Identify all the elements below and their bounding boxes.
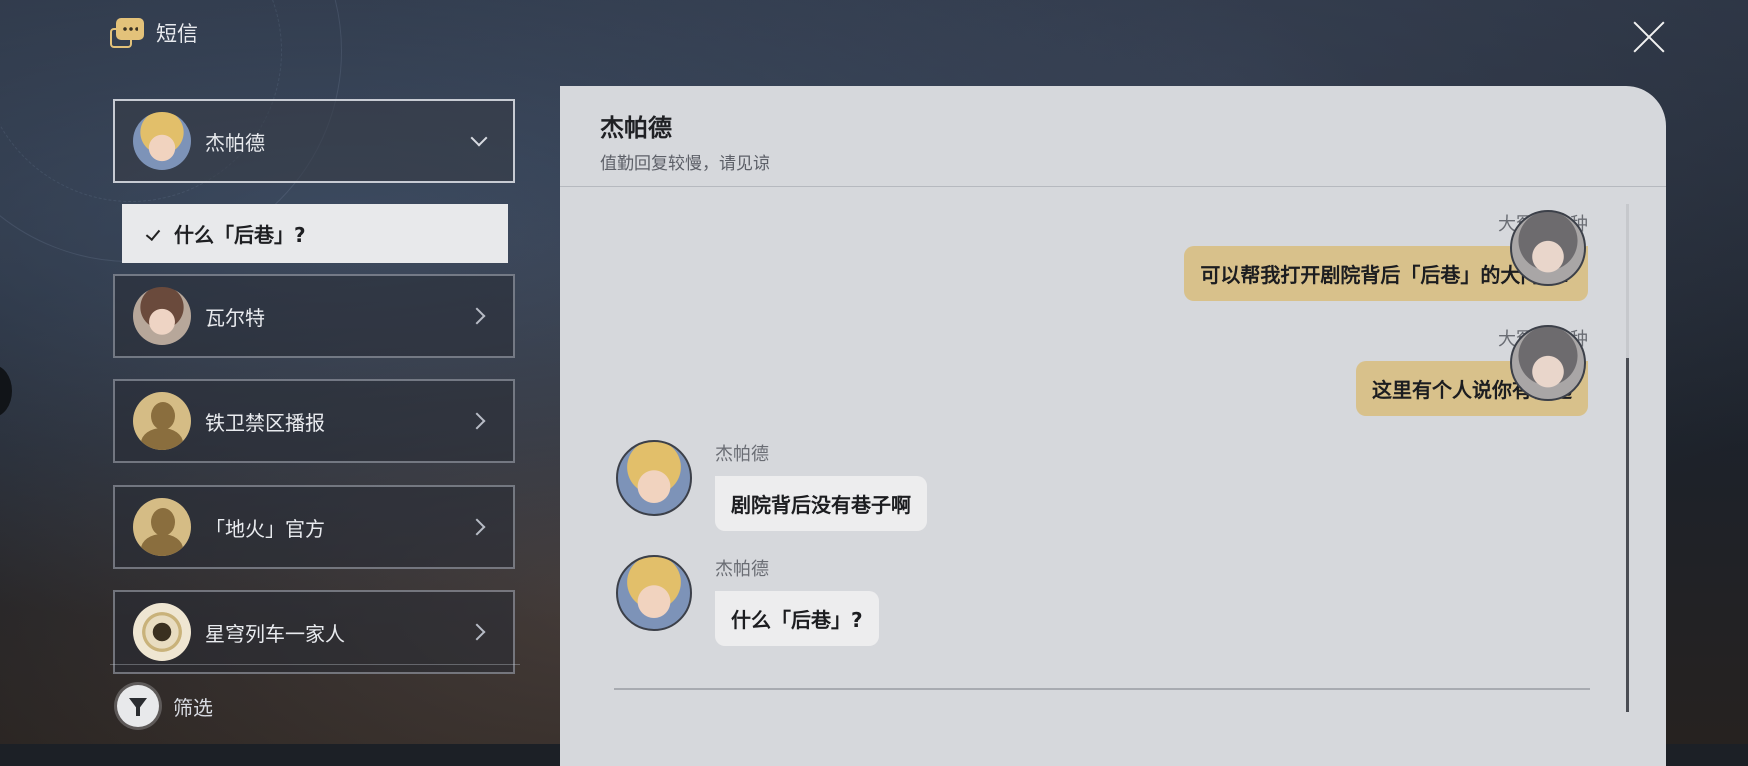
- close-button[interactable]: [1630, 18, 1668, 56]
- filter-icon: [117, 685, 159, 727]
- message-icon: [108, 16, 146, 50]
- chevron-right-icon: [468, 307, 486, 325]
- chevron-right-icon: [468, 623, 486, 641]
- topic-label: 什么「后巷」?: [174, 223, 306, 247]
- contact-item-jepard[interactable]: 杰帕德: [113, 99, 515, 183]
- checkmark-icon: [146, 226, 162, 242]
- chevron-down-icon: [470, 129, 488, 147]
- page-title: 短信: [156, 22, 198, 46]
- message-incoming: 杰帕德 剧院背后没有巷子啊: [715, 440, 927, 531]
- chevron-right-icon: [468, 518, 486, 536]
- contact-item-broadcast[interactable]: 铁卫禁区播报: [113, 379, 515, 463]
- message-sender: 杰帕德: [715, 444, 769, 465]
- chat-bottom-divider: [614, 688, 1590, 690]
- avatar: [616, 555, 692, 631]
- list-divider: [110, 664, 520, 665]
- filter-button[interactable]: 筛选: [117, 685, 213, 727]
- avatar: [133, 498, 191, 556]
- contact-name: 杰帕德: [205, 130, 265, 155]
- avatar: [616, 440, 692, 516]
- chat-contact-name: 杰帕德: [600, 114, 672, 142]
- message-bubble: 剧院背后没有巷子啊: [715, 476, 927, 531]
- contact-name: 瓦尔特: [205, 305, 265, 330]
- avatar: [133, 112, 191, 170]
- avatar: [1510, 325, 1586, 401]
- page-header: 短信: [108, 16, 198, 50]
- scrollbar-thumb[interactable]: [1626, 358, 1629, 712]
- avatar: [133, 392, 191, 450]
- contact-item-welt[interactable]: 瓦尔特: [113, 274, 515, 358]
- message-sender: 杰帕德: [715, 559, 769, 580]
- divider: [560, 186, 1666, 187]
- contact-item-train-family[interactable]: 星穹列车一家人: [113, 590, 515, 674]
- chat-header: 杰帕德 值勤回复较慢，请见谅: [600, 108, 770, 174]
- chevron-right-icon: [468, 412, 486, 430]
- contact-name: 铁卫禁区播报: [205, 410, 325, 435]
- chat-status: 值勤回复较慢，请见谅: [600, 154, 770, 174]
- avatar: [133, 287, 191, 345]
- avatar: [133, 603, 191, 661]
- filter-label: 筛选: [173, 695, 213, 720]
- contact-name: 「地火」官方: [205, 516, 325, 541]
- message-incoming: 杰帕德 什么「后巷」?: [715, 555, 879, 646]
- chat-panel: 杰帕德 值勤回复较慢，请见谅 大冤种本种 可以帮我打开剧院背后「后巷」的大门吗?…: [560, 86, 1666, 766]
- contact-item-official[interactable]: 「地火」官方: [113, 485, 515, 569]
- contact-name: 星穹列车一家人: [205, 621, 345, 646]
- avatar: [1510, 210, 1586, 286]
- topic-item-selected[interactable]: 什么「后巷」?: [122, 204, 508, 263]
- message-bubble: 什么「后巷」?: [715, 591, 879, 646]
